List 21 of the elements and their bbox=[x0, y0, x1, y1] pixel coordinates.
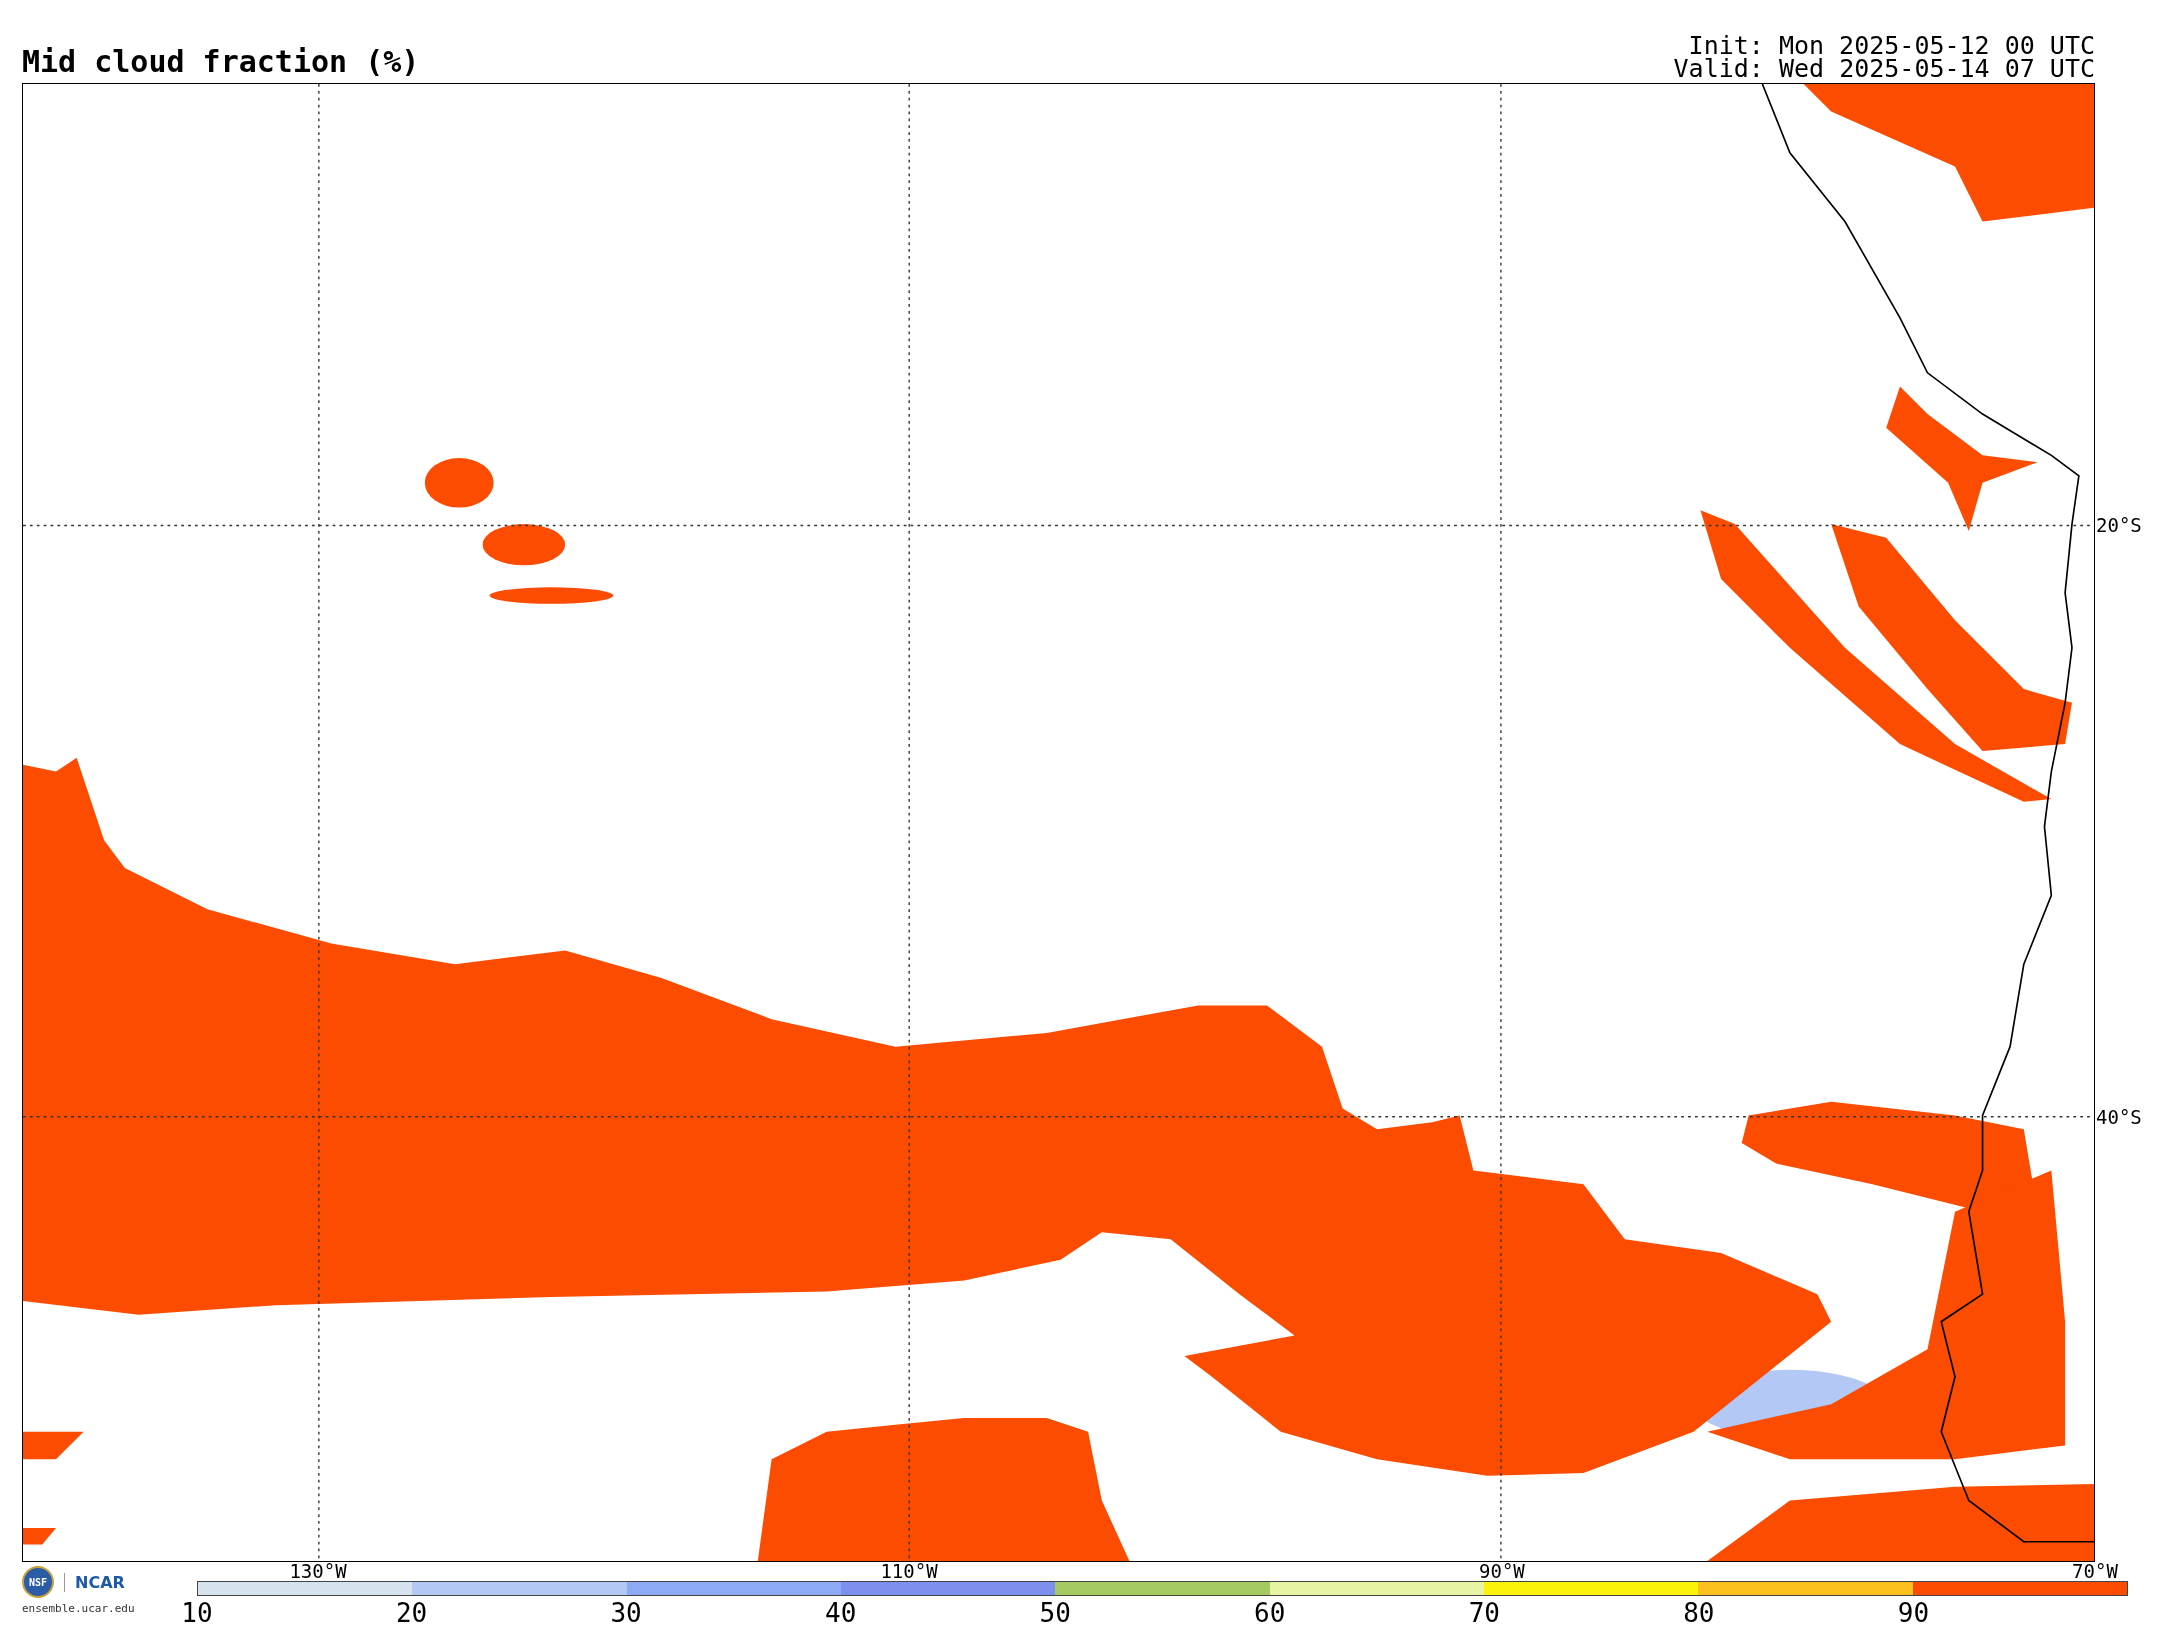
colorbar-tick-label: 30 bbox=[610, 1598, 642, 1626]
colorbar-tick-label: 70 bbox=[1468, 1598, 1500, 1626]
colorbar-tick-label: 80 bbox=[1683, 1598, 1715, 1626]
colorbar-tick-label: 10 bbox=[181, 1598, 213, 1626]
colorbar-tick-label: 50 bbox=[1039, 1598, 1071, 1626]
colorbar-tick-label: 60 bbox=[1254, 1598, 1286, 1626]
colorbar-tick-label: 90 bbox=[1897, 1598, 1930, 1626]
latitude-label: 40°S bbox=[2096, 1105, 2142, 1128]
longitude-label: 110°W bbox=[880, 1560, 938, 1582]
longitude-label: 90°W bbox=[1479, 1560, 1525, 1582]
longitude-label: 130°W bbox=[289, 1560, 347, 1582]
ncar-logo: NCAR bbox=[64, 1572, 125, 1592]
valid-time: Valid: Wed 2025-05-14 07 UTC bbox=[1673, 57, 2095, 80]
website-text: ensemble.ucar.edu bbox=[22, 1602, 135, 1615]
chart-title: Mid cloud fraction (%) bbox=[22, 44, 420, 81]
nsf-logo: NSF bbox=[22, 1566, 54, 1598]
colorbar-tick-label: 20 bbox=[395, 1598, 428, 1626]
latitude-label: 20°S bbox=[2096, 513, 2142, 536]
init-time: Init: Mon 2025-05-12 00 UTC bbox=[1688, 34, 2095, 57]
longitude-label: 70°W bbox=[2072, 1560, 2118, 1582]
colorbar-tick-label: 40 bbox=[825, 1598, 857, 1626]
